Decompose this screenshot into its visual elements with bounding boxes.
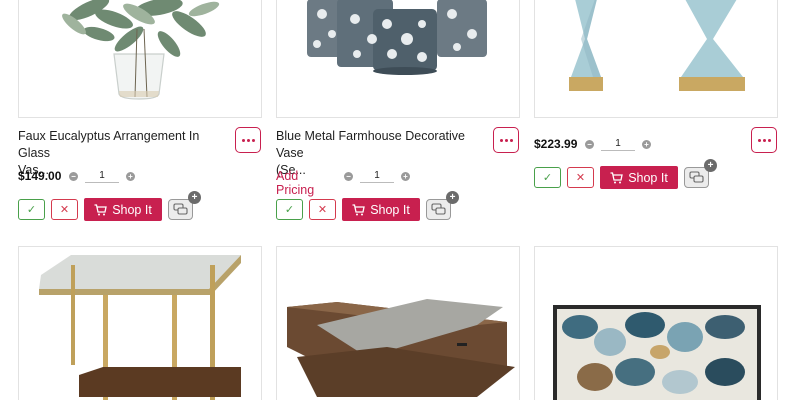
shop-it-button[interactable]: Shop It — [600, 166, 678, 189]
quantity-value[interactable]: 1 — [601, 138, 635, 151]
product-price: $149.00 — [18, 169, 62, 183]
cart-icon — [94, 203, 107, 215]
close-icon: ✕ — [59, 204, 70, 216]
approve-button[interactable]: ✓ — [276, 199, 303, 220]
more-options-button[interactable] — [493, 127, 519, 153]
product-price: $223.99 — [534, 137, 578, 151]
quantity-stepper: − 1 + — [344, 169, 410, 183]
shop-it-label: Shop It — [370, 202, 410, 217]
product-image-blue-vase[interactable] — [276, 0, 520, 118]
approve-button[interactable]: ✓ — [18, 199, 45, 220]
cart-icon — [610, 171, 623, 183]
more-options-icon — [241, 138, 245, 142]
check-icon: ✓ — [284, 204, 295, 216]
comment-icon — [173, 203, 188, 215]
minus-icon[interactable]: − — [585, 139, 594, 149]
product-image-eucalyptus[interactable] — [18, 0, 262, 118]
abstract-art-image — [553, 305, 761, 400]
product-title-line1: Faux Eucalyptus Arrangement In Glass — [18, 129, 200, 160]
minus-icon[interactable]: − — [69, 171, 78, 181]
product-image-abstract-art[interactable] — [534, 246, 778, 400]
reject-button[interactable]: ✕ — [51, 199, 78, 220]
plus-icon[interactable]: + — [126, 171, 135, 181]
quantity-stepper: − 1 + — [585, 137, 651, 151]
add-comment-icon[interactable]: + — [188, 191, 201, 204]
shop-it-label: Shop It — [112, 202, 152, 217]
shop-it-button[interactable]: Shop It — [342, 198, 420, 221]
comment-icon — [431, 203, 446, 215]
approve-button[interactable]: ✓ — [534, 167, 561, 188]
add-comment-icon[interactable]: + — [704, 159, 717, 172]
quantity-stepper: − 1 + — [69, 169, 135, 183]
product-title-line1: Blue Metal Farmhouse Decorative Vase — [276, 129, 465, 160]
check-icon: ✓ — [542, 172, 553, 184]
coffee-table-image — [287, 299, 515, 397]
reject-button[interactable]: ✕ — [567, 167, 594, 188]
shop-it-button[interactable]: Shop It — [84, 198, 162, 221]
product-image-coffee-table[interactable] — [276, 246, 520, 400]
shop-it-label: Shop It — [628, 170, 668, 185]
check-icon: ✓ — [26, 204, 37, 216]
product-image-side-table[interactable] — [18, 246, 262, 400]
reject-button[interactable]: ✕ — [309, 199, 336, 220]
plus-icon[interactable]: + — [642, 139, 651, 149]
more-options-button[interactable] — [235, 127, 261, 153]
close-icon: ✕ — [575, 172, 586, 184]
quantity-value[interactable]: 1 — [85, 170, 119, 183]
eucalyptus-image — [62, 0, 220, 100]
minus-icon[interactable]: − — [344, 171, 353, 181]
more-options-icon — [757, 138, 761, 142]
cart-icon — [352, 203, 365, 215]
quantity-value[interactable]: 1 — [360, 170, 394, 183]
lamp-image — [569, 0, 745, 91]
comment-icon — [689, 171, 704, 183]
plus-icon[interactable]: + — [401, 171, 410, 181]
add-comment-icon[interactable]: + — [446, 191, 459, 204]
more-options-button[interactable] — [751, 127, 777, 153]
add-pricing-link[interactable]: Add Pricing — [276, 169, 314, 197]
more-options-icon — [499, 138, 503, 142]
vase-image — [307, 0, 487, 75]
product-image-lamps[interactable] — [534, 0, 778, 118]
side-table-image — [39, 255, 241, 400]
close-icon: ✕ — [317, 204, 328, 216]
